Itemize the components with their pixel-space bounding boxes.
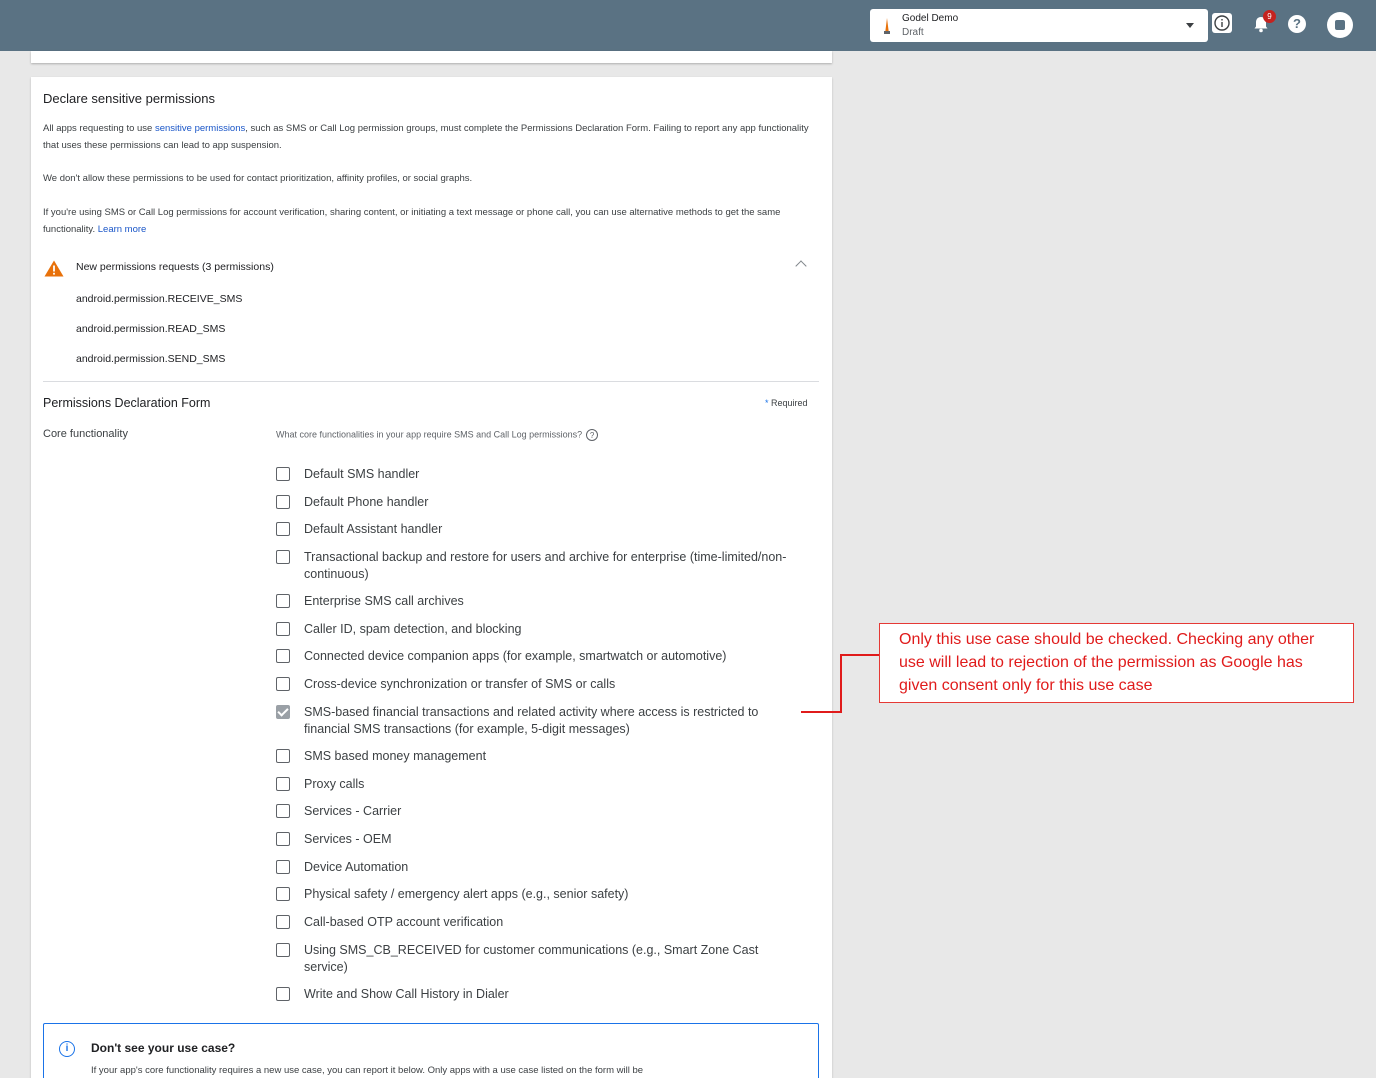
checkbox[interactable] bbox=[276, 677, 290, 691]
checkbox-label: Call-based OTP account verification bbox=[304, 915, 504, 929]
divider bbox=[43, 381, 819, 382]
checkbox[interactable] bbox=[276, 649, 290, 663]
checkbox-label: Proxy calls bbox=[304, 777, 365, 791]
checkbox[interactable] bbox=[276, 777, 290, 791]
checkbox-label: Cross-device synchronization or transfer… bbox=[304, 677, 616, 691]
info-icon: i bbox=[59, 1041, 75, 1057]
checkbox-label: Device Automation bbox=[304, 860, 409, 874]
checkbox[interactable] bbox=[276, 832, 290, 846]
core-functionality-question: What core functionalities in your app re… bbox=[276, 429, 599, 441]
checkbox-label: SMS-based financial transactions and rel… bbox=[304, 705, 759, 736]
checkbox-label: Connected device companion apps (for exa… bbox=[304, 649, 727, 663]
sensitive-permissions-link[interactable]: sensitive permissions bbox=[155, 123, 245, 134]
checkbox[interactable] bbox=[276, 860, 290, 874]
checkbox-label: Transactional backup and restore for use… bbox=[304, 550, 787, 581]
avatar-icon bbox=[1335, 20, 1345, 30]
intro-text-pre: All apps requesting to use bbox=[43, 123, 155, 134]
checkbox[interactable] bbox=[276, 622, 290, 636]
chevron-up-icon[interactable] bbox=[795, 260, 807, 272]
checkbox[interactable] bbox=[276, 804, 290, 818]
required-indicator: * Required bbox=[765, 398, 808, 408]
checkbox-label: Services - OEM bbox=[304, 832, 392, 846]
warning-icon bbox=[44, 260, 64, 277]
checkbox[interactable] bbox=[276, 749, 290, 763]
permission-item: android.permission.SEND_SMS bbox=[76, 353, 226, 365]
checkbox-label: Services - Carrier bbox=[304, 804, 402, 818]
app-selector[interactable]: Godel Demo Draft bbox=[870, 9, 1208, 42]
checkbox-checked[interactable] bbox=[276, 705, 290, 719]
sensitive-permissions-card: Declare sensitive permissions All apps r… bbox=[31, 77, 832, 1078]
prohibited-use-paragraph: We don't allow these permissions to be u… bbox=[43, 173, 473, 184]
app-status: Draft bbox=[902, 27, 924, 38]
required-star: * bbox=[765, 398, 769, 408]
permission-item: android.permission.RECEIVE_SMS bbox=[76, 293, 243, 305]
app-name: Godel Demo bbox=[902, 13, 959, 24]
app-logo-icon bbox=[884, 18, 890, 34]
help-circle-icon[interactable]: ? bbox=[586, 429, 599, 441]
checkbox-label: Write and Show Call History in Dialer bbox=[304, 987, 509, 1001]
info-icon bbox=[1214, 15, 1230, 31]
checkbox[interactable] bbox=[276, 915, 290, 929]
annotation-callout: Only this use case should be checked. Ch… bbox=[879, 623, 1354, 703]
chevron-down-icon[interactable] bbox=[1186, 23, 1194, 28]
alternatives-text: If you're using SMS or Call Log permissi… bbox=[43, 207, 781, 235]
checkbox-label: Default SMS handler bbox=[304, 467, 420, 481]
learn-more-link[interactable]: Learn more bbox=[98, 224, 147, 235]
use-case-title: Don't see your use case? bbox=[91, 1041, 236, 1055]
help-icon[interactable]: ? bbox=[1288, 15, 1306, 33]
permission-item: android.permission.READ_SMS bbox=[76, 323, 226, 335]
checkbox[interactable] bbox=[276, 887, 290, 901]
checkbox[interactable] bbox=[276, 495, 290, 509]
intro-paragraph: All apps requesting to use sensitive per… bbox=[43, 120, 819, 154]
checkbox[interactable] bbox=[276, 467, 290, 481]
form-title: Permissions Declaration Form bbox=[43, 396, 211, 410]
checkbox[interactable] bbox=[276, 987, 290, 1001]
checkbox-label: Physical safety / emergency alert apps (… bbox=[304, 887, 629, 901]
checkbox-label: Using SMS_CB_RECEIVED for customer commu… bbox=[304, 943, 759, 974]
checkbox-label: Caller ID, spam detection, and blocking bbox=[304, 622, 522, 636]
info-button[interactable] bbox=[1212, 13, 1232, 33]
checkbox-label: Enterprise SMS call archives bbox=[304, 594, 464, 608]
previous-card bbox=[31, 51, 832, 63]
checkbox[interactable] bbox=[276, 594, 290, 608]
checkbox[interactable] bbox=[276, 550, 290, 564]
annotation-connector bbox=[840, 654, 880, 656]
use-case-body: If your app's core functionality require… bbox=[91, 1065, 644, 1076]
permissions-requests-header[interactable]: New permissions requests (3 permissions) bbox=[76, 261, 274, 273]
checkbox-label: Default Assistant handler bbox=[304, 522, 443, 536]
annotation-text: Only this use case should be checked. Ch… bbox=[899, 631, 1315, 694]
checkbox-label: Default Phone handler bbox=[304, 495, 429, 509]
annotation-connector bbox=[840, 654, 842, 713]
section-title: Declare sensitive permissions bbox=[43, 91, 215, 106]
core-functionality-label: Core functionality bbox=[43, 428, 128, 440]
notification-badge: 9 bbox=[1263, 10, 1276, 23]
checkbox-label: SMS based money management bbox=[304, 749, 487, 763]
core-question-text: What core functionalities in your app re… bbox=[276, 429, 583, 440]
checkbox[interactable] bbox=[276, 943, 290, 957]
annotation-connector bbox=[801, 711, 842, 713]
use-case-info-box: i Don't see your use case? If your app's… bbox=[43, 1023, 819, 1078]
avatar[interactable] bbox=[1327, 12, 1353, 38]
required-label: Required bbox=[771, 398, 808, 408]
checkbox[interactable] bbox=[276, 522, 290, 536]
alternatives-paragraph: If you're using SMS or Call Log permissi… bbox=[43, 204, 819, 238]
